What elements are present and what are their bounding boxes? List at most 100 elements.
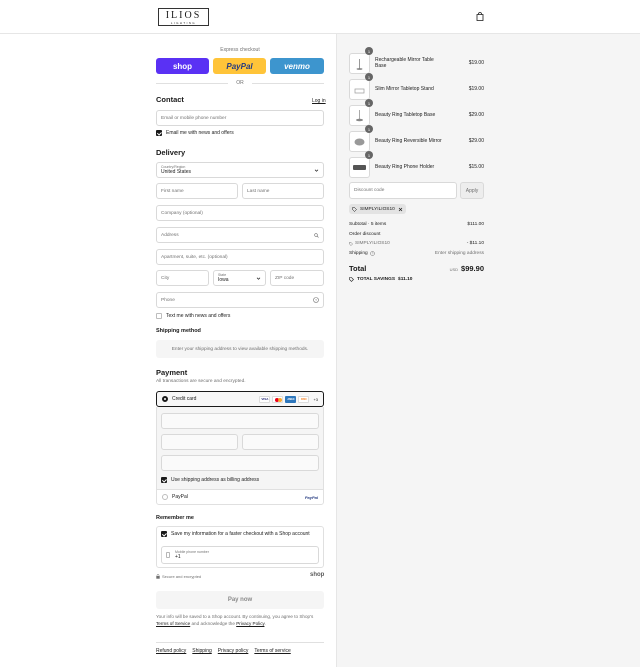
- address-placeholder: Address: [161, 232, 179, 238]
- terms-text: Your info will be saved to a Shop accoun…: [156, 614, 324, 627]
- product-price: $29.00: [468, 112, 484, 118]
- venmo-button[interactable]: venmo: [270, 58, 324, 74]
- secure-row: Secure and encrypted: [156, 574, 201, 579]
- order-discount-code: SIMPLYILIOS10: [355, 241, 390, 246]
- billing-label: Use shipping address as billing address: [171, 477, 260, 483]
- billing-checkbox[interactable]: [161, 477, 167, 483]
- country-select[interactable]: Country/Region United States: [156, 162, 324, 178]
- email-news-checkbox-row[interactable]: Email me with news and offers: [156, 130, 234, 136]
- footer-terms-link[interactable]: Terms of service: [254, 648, 290, 654]
- text-news-label: Text me with news and offers: [166, 313, 231, 319]
- company-field[interactable]: Company (optional): [156, 205, 324, 221]
- address-field[interactable]: Address: [156, 227, 324, 243]
- total-savings-value: $11.10: [398, 277, 413, 282]
- tag-icon: [349, 277, 354, 282]
- country-value: United States: [161, 169, 192, 175]
- mastercard-icon: [272, 395, 284, 403]
- payment-subtitle: All transactions are secure and encrypte…: [156, 379, 246, 384]
- first-name-field[interactable]: First name: [156, 183, 238, 199]
- footer-privacy-policy-link[interactable]: Privacy policy: [218, 648, 249, 654]
- chevron-down-icon: [256, 277, 261, 280]
- tag-icon: [349, 241, 353, 246]
- terms-of-service-link[interactable]: Terms of Service: [156, 621, 190, 626]
- product-name: Beauty Ring Phone Holder: [375, 164, 435, 170]
- or-label: OR: [236, 80, 244, 86]
- mobile-phone-field[interactable]: Mobile phone number +1: [161, 546, 319, 564]
- footer-shipping-link[interactable]: Shipping: [192, 648, 211, 654]
- last-name-field[interactable]: Last name: [242, 183, 324, 199]
- apply-button[interactable]: Apply: [460, 182, 484, 199]
- product-name: Beauty Ring Tabletop Base: [375, 112, 436, 118]
- credit-card-label: Credit card: [172, 396, 197, 402]
- product-thumbnail: [349, 156, 370, 178]
- shop-pay-button[interactable]: shop: [156, 58, 209, 74]
- product-name: Rechargeable Mirror Table Base: [375, 57, 434, 69]
- chevron-down-icon: [314, 169, 319, 172]
- city-field[interactable]: City: [156, 270, 209, 286]
- secure-label: Secure and encrypted: [162, 574, 202, 579]
- text-news-checkbox-row[interactable]: Text me with news and offers: [156, 313, 230, 319]
- shopping-bag-icon[interactable]: [476, 12, 484, 21]
- paypal-radio[interactable]: [162, 494, 168, 500]
- svg-text:?: ?: [371, 252, 373, 256]
- svg-text:?: ?: [315, 298, 317, 302]
- quantity-badge: 1: [365, 151, 373, 159]
- login-link[interactable]: Log in: [312, 98, 326, 104]
- product-thumbnail: [349, 78, 370, 100]
- terms-end: .: [264, 620, 266, 626]
- help-icon[interactable]: ?: [313, 297, 319, 303]
- order-discount-row: SIMPLYILIOS10 - $11.10: [349, 241, 484, 246]
- paypal-button[interactable]: PayPal: [213, 58, 266, 74]
- quantity-badge: 1: [365, 99, 373, 107]
- phone-field[interactable]: Phone ?: [156, 292, 324, 308]
- close-icon[interactable]: [398, 207, 403, 212]
- product-name: Beauty Ring Reversible Mirror: [375, 138, 442, 144]
- name-on-card-field[interactable]: [161, 455, 319, 471]
- shipping-value: Enter shipping address: [434, 251, 484, 256]
- pay-now-button[interactable]: Pay now: [156, 591, 324, 609]
- phone-placeholder: Phone: [161, 297, 175, 303]
- save-info-checkbox-row[interactable]: Save my information for a faster checkou…: [161, 531, 310, 537]
- mobile-phone-icon: [166, 552, 170, 558]
- footer-refund-policy-link[interactable]: Refund policy: [156, 648, 186, 654]
- email-field[interactable]: Email or mobile phone number: [156, 110, 324, 126]
- product-thumbnail: [349, 104, 370, 126]
- billing-checkbox-row[interactable]: Use shipping address as billing address: [161, 477, 259, 483]
- shipping-method-message: Enter your shipping address to view avai…: [156, 340, 324, 358]
- state-value: Iowa: [218, 277, 229, 283]
- shipping-label: Shipping: [349, 251, 368, 256]
- privacy-policy-link[interactable]: Privacy Policy: [236, 621, 264, 626]
- amex-icon: AMEX: [285, 395, 297, 403]
- contact-heading: Contact: [156, 95, 184, 104]
- state-select[interactable]: State Iowa: [213, 270, 266, 286]
- credit-card-option[interactable]: Credit card VISA AMEX DISC +3: [156, 391, 324, 407]
- discover-icon: DISC: [298, 395, 310, 403]
- email-news-checkbox[interactable]: [156, 130, 162, 136]
- mirror-icon: [354, 138, 365, 145]
- last-name-placeholder: Last name: [247, 188, 270, 194]
- subtotal-value: $111.00: [467, 222, 484, 227]
- zip-placeholder: ZIP code: [275, 275, 295, 281]
- card-number-field[interactable]: [161, 413, 319, 429]
- security-code-field[interactable]: [242, 434, 319, 450]
- footer-divider: [156, 642, 324, 643]
- credit-card-radio[interactable]: [162, 396, 168, 402]
- discount-code-field[interactable]: Discount code: [349, 182, 457, 199]
- apartment-field[interactable]: Apartment, suite, etc. (optional): [156, 249, 324, 265]
- paypal-option[interactable]: PayPal PayPal: [156, 489, 324, 505]
- ring-base-icon: [356, 109, 363, 121]
- shipping-method-heading: Shipping method: [156, 328, 201, 334]
- expiration-field[interactable]: [161, 434, 238, 450]
- zip-field[interactable]: ZIP code: [270, 270, 324, 286]
- header: ILIOS LIGHTING: [0, 0, 640, 34]
- delivery-heading: Delivery: [156, 148, 186, 157]
- product-price: $15.00: [468, 164, 484, 170]
- phone-holder-icon: [353, 164, 366, 170]
- help-icon[interactable]: ?: [369, 251, 375, 256]
- card-logos: VISA AMEX DISC +3: [259, 395, 318, 403]
- search-icon: [314, 232, 319, 238]
- text-news-checkbox[interactable]: [156, 313, 162, 319]
- visa-icon: VISA: [259, 395, 271, 403]
- store-logo[interactable]: ILIOS LIGHTING: [158, 8, 209, 26]
- save-info-checkbox[interactable]: [161, 531, 167, 537]
